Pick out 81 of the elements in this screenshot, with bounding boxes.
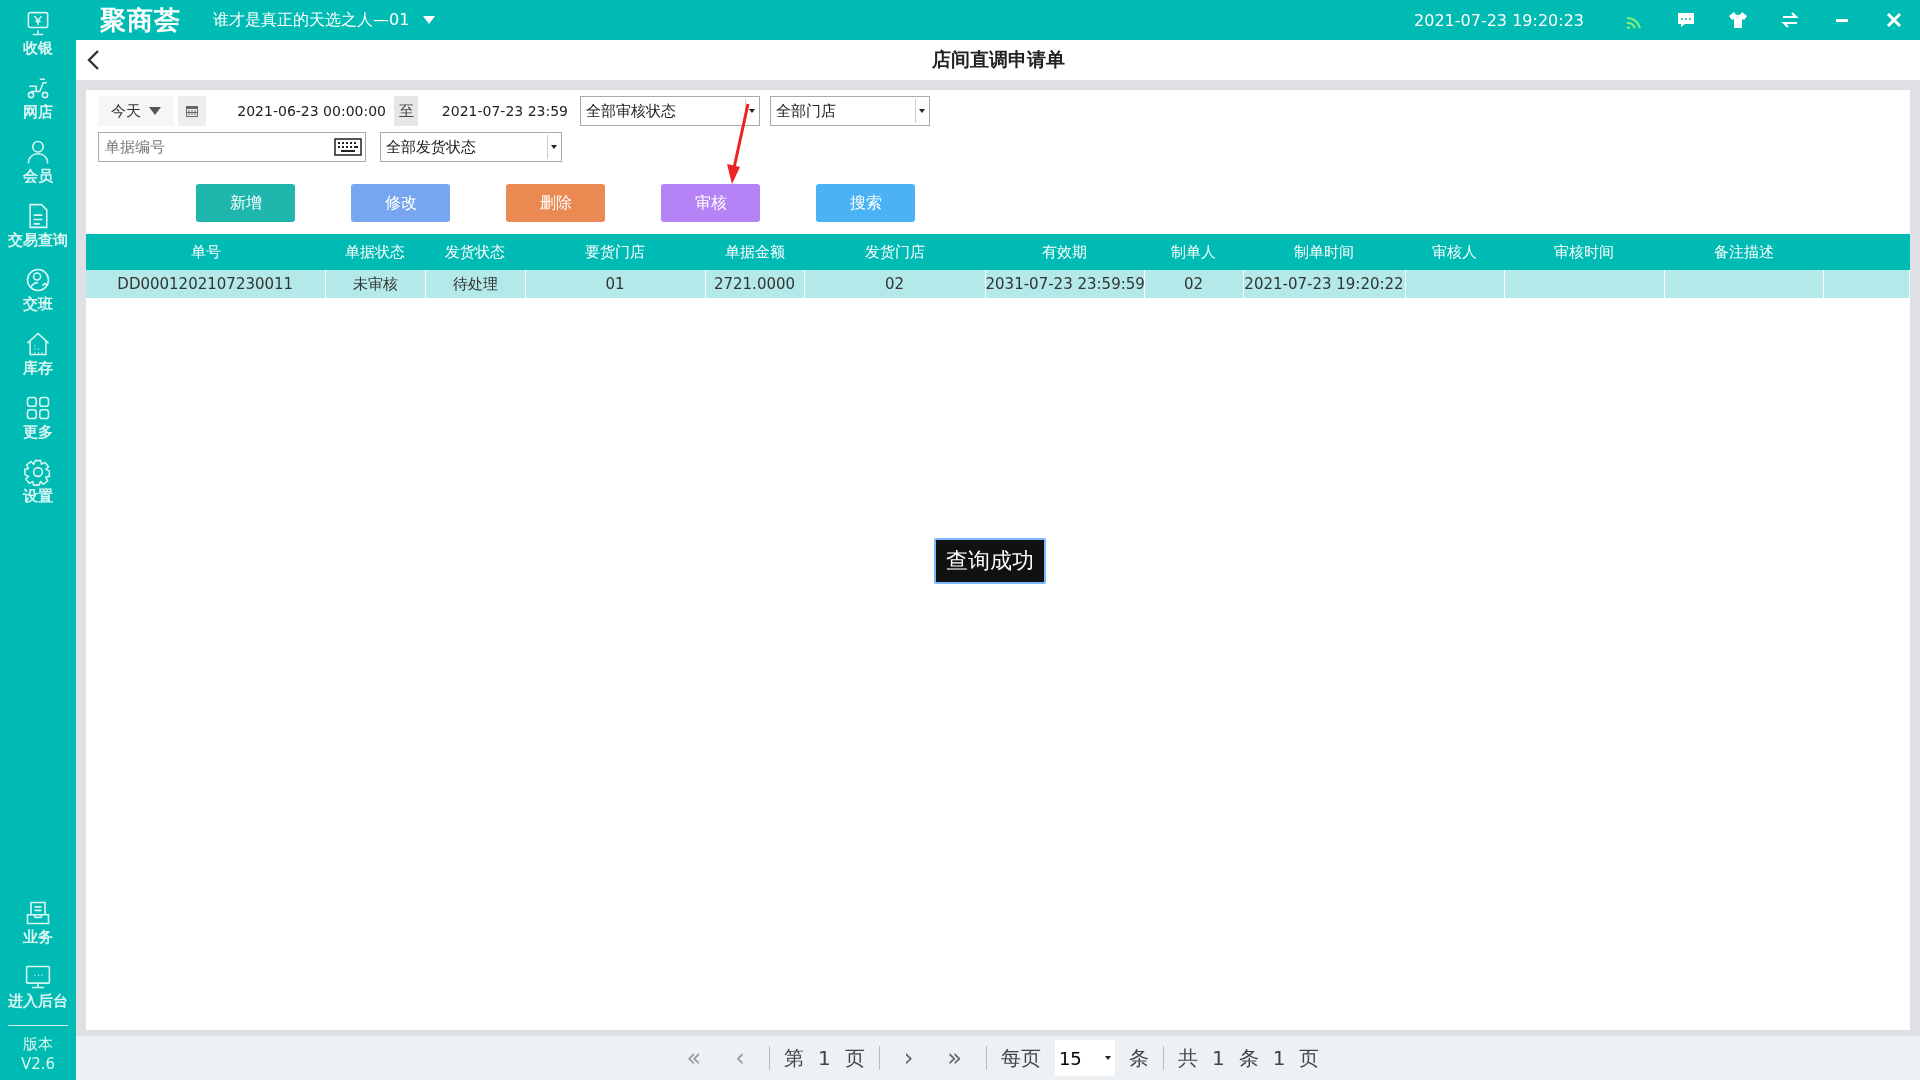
dropdown-caret-icon [919,109,925,113]
next-page-button[interactable]: › [893,1044,924,1072]
current-page: 1 [817,1046,831,1070]
close-icon[interactable] [1884,10,1904,30]
range-separator: 至 [394,96,418,126]
per-page-dropdown[interactable]: 15 [1054,1040,1115,1076]
last-page-button[interactable]: » [937,1044,972,1072]
sidebar-item[interactable]: 交班 [0,256,76,320]
page-title: 店间直调申请单 [931,48,1065,70]
dropdown-caret-icon [551,145,557,149]
total-prefix: 共 [1177,1044,1198,1072]
action-button[interactable]: 修改 [351,184,450,222]
monitor-icon [24,963,52,991]
column-header[interactable]: 要货门店 [525,234,705,270]
table-cell: 02 [804,270,985,298]
tray-icon [24,899,52,927]
sidebar-item[interactable]: 网店 [0,64,76,128]
caret-icon[interactable] [423,16,436,24]
prev-page-button[interactable]: ‹ [725,1044,755,1072]
action-button[interactable]: 删除 [506,184,605,222]
column-header[interactable]: 有效期 [985,234,1144,270]
version-label: 版本 V2.6 [20,1034,56,1075]
column-header[interactable]: 备注描述 [1664,234,1823,270]
column-header[interactable]: 发货门店 [804,234,985,270]
column-header[interactable]: 单据金额 [705,234,804,270]
message-icon[interactable] [1676,10,1696,30]
store-selector[interactable]: 谁才是真正的天选之人—01 [213,9,410,31]
page-count: 1 [1272,1046,1286,1070]
action-button[interactable]: 新增 [196,184,295,222]
table-cell: 2721.0000 [705,270,804,298]
table-cell: 2021-07-23 19:20:22 [1243,270,1405,298]
sidebar-item[interactable]: 业务 [0,889,76,953]
column-header[interactable]: 制单时间 [1243,234,1405,270]
toast-message: 查询成功 [934,538,1046,584]
action-button[interactable]: 审核 [661,184,760,222]
handover-icon [24,266,52,294]
total-count: 1 [1211,1046,1225,1070]
table-cell: DD0001202107230011 [86,270,325,298]
dropdown-caret-icon [1104,1056,1111,1060]
column-header[interactable]: 制单人 [1144,234,1243,270]
action-button[interactable]: 搜索 [816,184,915,222]
table-cell: 01 [525,270,705,298]
sidebar-item[interactable]: 库存 [0,320,76,384]
dropdown-caret-icon [749,109,755,113]
column-header[interactable]: 单号 [86,234,325,270]
column-header[interactable]: 审核时间 [1504,234,1664,270]
gear-icon [24,458,52,486]
total-unit: 条 [1238,1044,1259,1072]
sidebar-item[interactable]: 交易查询 [0,192,76,256]
swap-icon[interactable] [1780,10,1800,30]
period-dropdown[interactable]: 今天 [98,96,174,126]
page-count-unit: 页 [1299,1044,1320,1072]
tshirt-icon[interactable] [1728,10,1748,30]
per-page-label: 每页 [1000,1044,1041,1072]
table-cell: 待处理 [425,270,525,298]
store-dropdown[interactable]: 全部门店 [770,96,930,126]
sidebar-item[interactable]: 更多 [0,384,76,448]
order-number-field[interactable]: 单据编号 [98,132,366,162]
keyboard-icon[interactable] [334,138,362,156]
sidebar-item[interactable]: 设置 [0,448,76,512]
grid-icon [24,394,52,422]
table-cell: 02 [1144,270,1243,298]
column-header[interactable]: 审核人 [1405,234,1504,270]
column-header[interactable]: 单据状态 [325,234,425,270]
app-logo: 聚商荟 [100,3,181,37]
audit-status-dropdown[interactable]: 全部审核状态 [580,96,760,126]
page-suffix: 页 [844,1044,865,1072]
sidebar-item[interactable]: 会员 [0,128,76,192]
table-cell: 2031-07-23 23:59:59 [985,270,1144,298]
first-page-button[interactable]: « [676,1044,712,1072]
house-icon [24,330,52,358]
per-page-unit: 条 [1128,1044,1149,1072]
caret-icon [149,107,161,115]
sidebar-item[interactable]: 进入后台 [0,953,76,1017]
table-cell: 未审核 [325,270,425,298]
clock-datetime: 2021-07-23 19:20:23 [1414,10,1584,30]
column-header[interactable]: 发货状态 [425,234,525,270]
calendar-icon[interactable] [185,104,199,118]
shipping-status-dropdown[interactable]: 全部发货状态 [380,132,562,162]
sidebar-item[interactable]: 收银 [0,0,76,64]
page-prefix: 第 [783,1044,804,1072]
